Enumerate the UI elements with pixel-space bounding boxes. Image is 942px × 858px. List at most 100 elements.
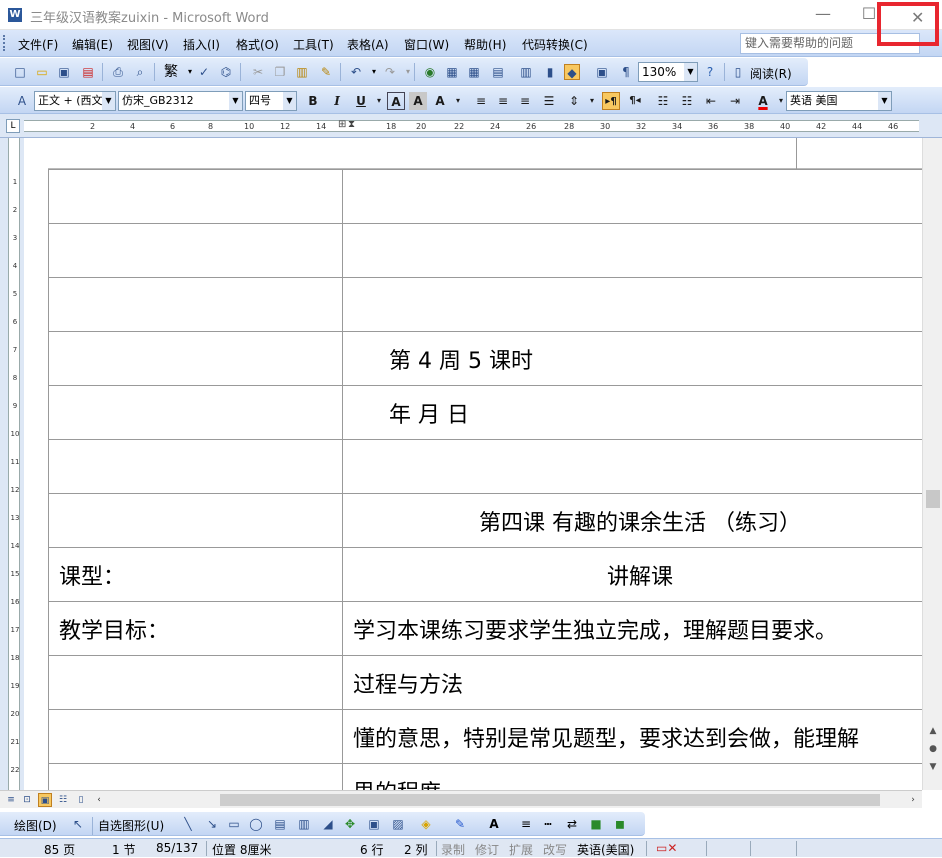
normal-view-icon[interactable]: ≡ bbox=[4, 793, 18, 807]
open-folder-icon[interactable]: ▭ bbox=[34, 64, 50, 80]
menu-tools[interactable]: 工具(T) bbox=[293, 36, 334, 53]
paste-icon[interactable]: ▥ bbox=[294, 64, 310, 80]
cell-content[interactable]: 过程与方法 bbox=[342, 655, 922, 710]
table-row[interactable]: 年 月 日 bbox=[48, 385, 922, 440]
menu-window[interactable]: 窗口(W) bbox=[404, 36, 449, 53]
chevron-down-icon[interactable]: ▼ bbox=[684, 63, 697, 81]
vertical-scroll-thumb[interactable] bbox=[926, 490, 940, 508]
dash-style-icon[interactable]: ┅ bbox=[540, 816, 556, 832]
scroll-up-icon[interactable]: ▲ bbox=[926, 726, 940, 740]
cell-content[interactable]: 年 月 日 bbox=[342, 385, 922, 440]
minimize-button[interactable]: — bbox=[800, 0, 846, 30]
column-marker-icon[interactable]: ⊞ bbox=[338, 119, 346, 131]
vertical-scrollbar[interactable]: ▲ ● ▼ bbox=[922, 138, 942, 790]
status-language[interactable]: 英语(美国) bbox=[577, 841, 634, 858]
numbering-icon[interactable]: ☷ bbox=[654, 92, 672, 110]
redo-icon[interactable]: ↷ bbox=[382, 64, 398, 80]
spelling-status-icon[interactable]: ▭✕ bbox=[656, 841, 677, 855]
text-box-icon[interactable]: ▤ bbox=[272, 816, 288, 832]
character-border-icon[interactable]: A bbox=[387, 92, 405, 110]
format-painter-icon[interactable]: ✎ bbox=[318, 64, 334, 80]
scroll-right-icon[interactable]: › bbox=[906, 793, 920, 807]
cell-content[interactable] bbox=[342, 439, 922, 494]
ruler-track[interactable]: 2 4 6 8 10 12 14 18 20 22 24 26 28 30 32… bbox=[24, 119, 919, 132]
bold-icon[interactable]: B bbox=[304, 92, 322, 110]
permission-icon[interactable]: ▤ bbox=[80, 64, 96, 80]
align-left-icon[interactable]: ≡ bbox=[472, 92, 490, 110]
chevron-down-icon[interactable]: ▾ bbox=[370, 92, 388, 110]
line-color-icon[interactable]: ✎ bbox=[452, 816, 468, 832]
table-row[interactable] bbox=[48, 439, 922, 494]
picture-icon[interactable]: ▨ bbox=[390, 816, 406, 832]
lesson-plan-table[interactable]: 第 4 周 5 课时年 月 日第四课 有趣的课余生活 （练习） 课型： 讲解课 教学目… bbox=[48, 169, 922, 790]
cell-label[interactable] bbox=[48, 763, 343, 790]
cell-content[interactable]: 学习本课练习要求学生独立完成，理解题目要求。 bbox=[342, 601, 922, 656]
table-row[interactable]: 过程与方法 bbox=[48, 655, 922, 710]
cut-icon[interactable]: ✂ bbox=[250, 64, 266, 80]
chevron-down-icon[interactable]: ▾ bbox=[449, 92, 467, 110]
clip-art-icon[interactable]: ▣ bbox=[366, 816, 382, 832]
table-row[interactable]: 第四课 有趣的课余生活 （练习） bbox=[48, 493, 922, 548]
insert-table-icon[interactable]: ▦ bbox=[466, 64, 482, 80]
chevron-down-icon[interactable]: ▼ bbox=[878, 92, 891, 110]
cell-label[interactable] bbox=[48, 709, 343, 764]
hyperlink-icon[interactable]: ◉ bbox=[422, 64, 438, 80]
cell-label[interactable] bbox=[48, 493, 343, 548]
rectangle-icon[interactable]: ▭ bbox=[226, 816, 242, 832]
chevron-down-icon[interactable]: ▾ bbox=[583, 92, 601, 110]
align-right-icon[interactable]: ≡ bbox=[516, 92, 534, 110]
decrease-indent-icon[interactable]: ⇤ bbox=[702, 92, 720, 110]
increase-indent-icon[interactable]: ⇥ bbox=[726, 92, 744, 110]
table-row[interactable]: 第 4 周 5 课时 bbox=[48, 331, 922, 386]
research-icon[interactable]: ⌬ bbox=[218, 64, 234, 80]
columns-icon[interactable]: ▥ bbox=[518, 64, 534, 80]
cell-content[interactable]: 第 4 周 5 课时 bbox=[342, 331, 922, 386]
table-row[interactable] bbox=[48, 169, 922, 224]
toolbar-grip[interactable] bbox=[3, 35, 6, 51]
indent-marker-icon[interactable]: ⧗ bbox=[348, 119, 355, 131]
italic-icon[interactable]: I bbox=[328, 92, 346, 110]
tables-borders-icon[interactable]: ▦ bbox=[444, 64, 460, 80]
zoom-select[interactable]: 130% ▼ bbox=[638, 62, 698, 82]
3d-style-icon[interactable]: ◼ bbox=[612, 816, 628, 832]
font-color-icon[interactable]: A bbox=[754, 92, 772, 110]
status-extend[interactable]: 扩展 bbox=[509, 841, 533, 858]
read-mode-button[interactable]: 阅读(R) bbox=[750, 65, 792, 82]
underline-icon[interactable]: U bbox=[352, 92, 370, 110]
draw-menu-button[interactable]: 绘图(D) bbox=[14, 817, 57, 834]
cell-content[interactable] bbox=[342, 223, 922, 278]
chevron-down-icon[interactable]: ▼ bbox=[229, 92, 242, 110]
menu-insert[interactable]: 插入(I) bbox=[183, 36, 220, 53]
insert-excel-icon[interactable]: ▤ bbox=[490, 64, 506, 80]
menu-help[interactable]: 帮助(H) bbox=[464, 36, 506, 53]
ltr-icon[interactable]: ▸¶ bbox=[602, 92, 620, 110]
bullets-icon[interactable]: ☷ bbox=[678, 92, 696, 110]
align-center-icon[interactable]: ≡ bbox=[494, 92, 512, 110]
arrow-icon[interactable]: ↘ bbox=[204, 816, 220, 832]
outline-view-icon[interactable]: ☷ bbox=[56, 793, 70, 807]
autoshapes-menu-button[interactable]: 自选图形(U) bbox=[98, 817, 164, 834]
tab-selector-icon[interactable]: L bbox=[6, 119, 20, 133]
vertical-text-box-icon[interactable]: ▥ bbox=[296, 816, 312, 832]
reading-layout-icon[interactable]: ▯ bbox=[74, 793, 88, 807]
table-row[interactable] bbox=[48, 277, 922, 332]
vertical-ruler[interactable]: 1 2 3 4 5 6 7 8 9 10 11 12 13 14 15 16 1… bbox=[0, 138, 24, 790]
web-layout-icon[interactable]: ⊡ bbox=[20, 793, 34, 807]
menu-file[interactable]: 文件(F) bbox=[18, 36, 58, 53]
arrow-style-icon[interactable]: ⇄ bbox=[564, 816, 580, 832]
help-icon[interactable]: ? bbox=[702, 64, 718, 80]
line-spacing-icon[interactable]: ⇕ bbox=[565, 92, 583, 110]
new-document-icon[interactable]: □ bbox=[12, 64, 28, 80]
cell-content[interactable] bbox=[342, 277, 922, 332]
table-row[interactable]: 思的程度 bbox=[48, 763, 922, 790]
wordart-icon[interactable]: ◢ bbox=[320, 816, 336, 832]
scroll-down-icon[interactable]: ▼ bbox=[926, 762, 940, 776]
cell-label[interactable] bbox=[48, 277, 343, 332]
print-preview-icon[interactable]: ⌕ bbox=[132, 64, 148, 80]
table-row[interactable] bbox=[48, 223, 922, 278]
styles-pane-icon[interactable]: A bbox=[14, 93, 30, 109]
document-map-icon[interactable]: ◆ bbox=[564, 64, 580, 80]
cell-content[interactable]: 讲解课 bbox=[342, 547, 922, 602]
copy-icon[interactable]: ❐ bbox=[272, 64, 288, 80]
spelling-icon[interactable]: ✓ bbox=[196, 64, 212, 80]
